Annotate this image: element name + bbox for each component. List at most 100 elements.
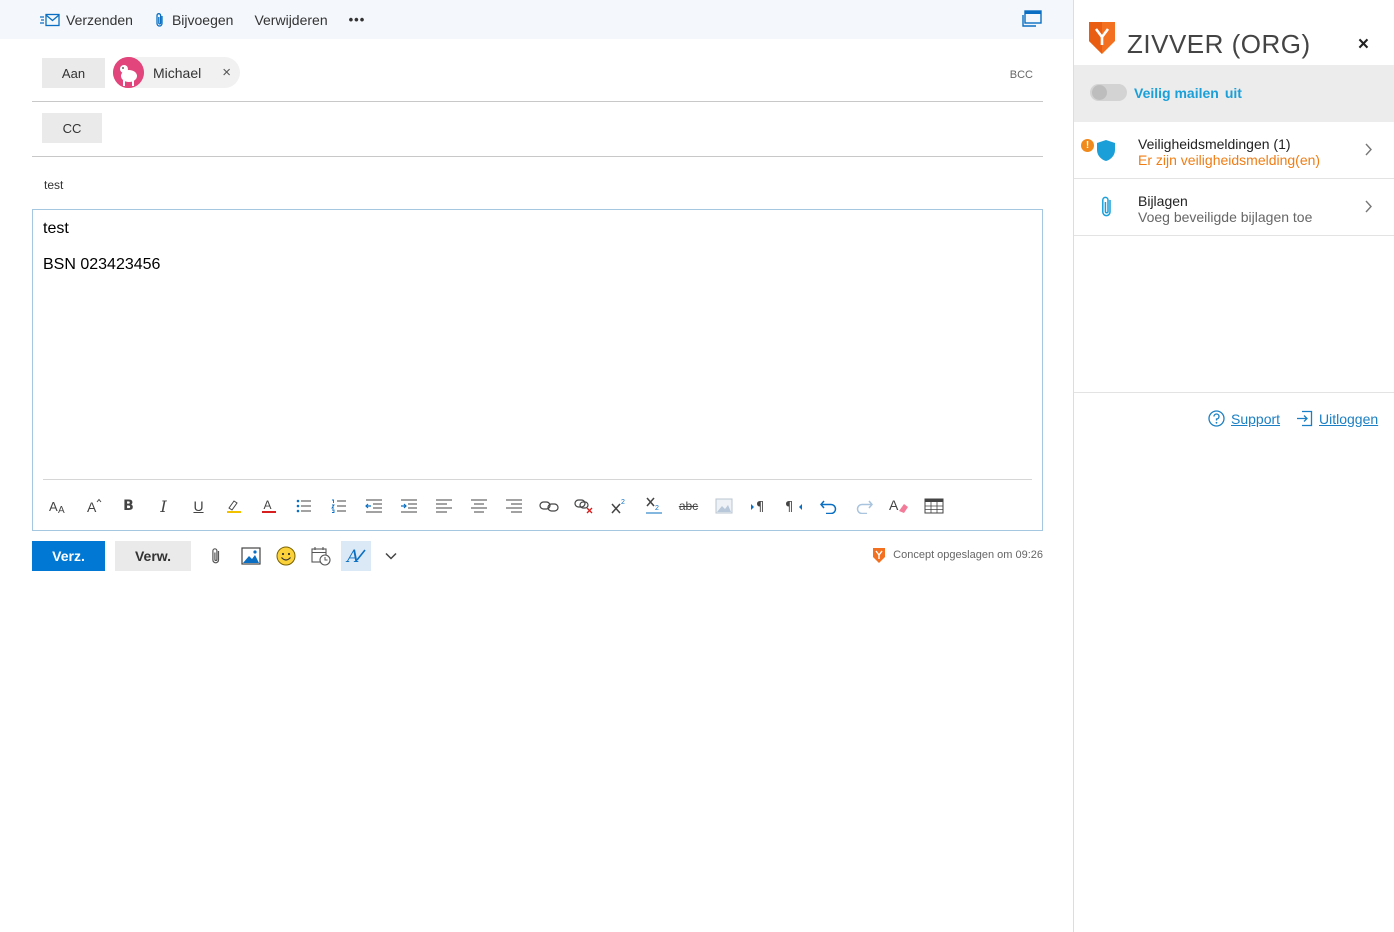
popout-button[interactable] xyxy=(1021,9,1043,34)
redo-icon[interactable] xyxy=(846,490,881,522)
svg-text:¶: ¶ xyxy=(785,500,793,514)
svg-text:A: A xyxy=(889,497,899,513)
draft-saved-status: Concept opgeslagen om 09:26 xyxy=(893,549,1043,561)
bold-icon[interactable]: B xyxy=(111,490,146,522)
zivver-logo-icon xyxy=(1088,21,1116,60)
svg-text:A: A xyxy=(263,498,271,512)
send-button[interactable]: Verz. xyxy=(32,541,105,571)
attachments-item[interactable]: Bijlagen Voeg beveiligde bijlagen toe xyxy=(1074,179,1394,236)
undo-icon[interactable] xyxy=(811,490,846,522)
logout-icon xyxy=(1297,410,1313,427)
svg-text:2: 2 xyxy=(655,505,659,512)
svg-text:A: A xyxy=(58,505,65,514)
attachments-subtitle: Voeg beveiligde bijlagen toe xyxy=(1138,209,1313,225)
rtl-icon[interactable]: ¶ xyxy=(776,490,811,522)
font-color-icon[interactable]: A xyxy=(251,490,286,522)
recipient-name: Michael xyxy=(153,64,202,81)
font-size-icon[interactable]: AA xyxy=(41,490,76,522)
security-alerts-subtitle: Er zijn veiligheidsmelding(en) xyxy=(1138,152,1321,168)
align-right-icon[interactable] xyxy=(496,490,531,522)
svg-text:¶: ¶ xyxy=(756,500,764,514)
remove-link-icon[interactable] xyxy=(566,490,601,522)
secure-mail-toggle[interactable] xyxy=(1090,84,1127,101)
svg-text:2: 2 xyxy=(621,499,625,506)
formatting-toolbar: AA A B I U A 2 2 abc ¶ ¶ A xyxy=(41,490,951,522)
schedule-icon[interactable] xyxy=(306,541,336,571)
bullets-icon[interactable] xyxy=(286,490,321,522)
italic-icon[interactable]: I xyxy=(146,490,181,522)
body-text-line: BSN 023423456 xyxy=(43,256,161,273)
formatting-toggle-icon[interactable]: A xyxy=(341,541,371,571)
numbering-icon[interactable] xyxy=(321,490,356,522)
attachments-title: Bijlagen xyxy=(1138,193,1188,209)
chevron-down-icon[interactable] xyxy=(376,541,406,571)
attach-file-icon[interactable] xyxy=(201,541,231,571)
compose-pane: Verzenden Bijvoegen Verwijderen ••• Aan xyxy=(0,0,1073,932)
delete-command-label: Verwijderen xyxy=(254,11,328,28)
security-alerts-title: Veiligheidsmeldingen (1) xyxy=(1138,136,1291,152)
increase-indent-icon[interactable] xyxy=(391,490,426,522)
cc-field-row: CC xyxy=(32,102,1043,157)
toolbar-divider xyxy=(43,479,1032,480)
toggle-knob xyxy=(1092,85,1107,100)
insert-table-icon[interactable] xyxy=(916,490,951,522)
secure-mail-text: Veilig mailen xyxy=(1134,85,1219,101)
attach-command[interactable]: Bijvoegen xyxy=(154,11,234,28)
close-icon[interactable]: × xyxy=(1358,34,1369,56)
more-icon: ••• xyxy=(348,12,366,27)
zivver-pane: ZIVVER (ORG) × Veilig mailen uit ! Veilig… xyxy=(1073,0,1394,932)
highlight-icon[interactable] xyxy=(216,490,251,522)
avatar xyxy=(113,57,144,88)
svg-text:A: A xyxy=(87,499,97,514)
bcc-link[interactable]: BCC xyxy=(1010,69,1033,81)
support-link[interactable]: Support xyxy=(1208,410,1280,427)
align-left-icon[interactable] xyxy=(426,490,461,522)
security-alerts-item[interactable]: ! Veiligheidsmeldingen (1) Er zijn veili… xyxy=(1074,122,1394,179)
cc-button[interactable]: CC xyxy=(42,113,102,143)
zivver-logo-icon xyxy=(872,547,886,569)
paperclip-icon xyxy=(156,12,163,27)
attach-command-label: Bijvoegen xyxy=(171,11,234,28)
svg-text:A: A xyxy=(345,547,359,566)
subscript-icon[interactable]: 2 xyxy=(636,490,671,522)
secure-mail-row: Veilig mailen uit xyxy=(1074,65,1394,122)
superscript-icon[interactable]: 2 xyxy=(601,490,636,522)
decrease-indent-icon[interactable] xyxy=(356,490,391,522)
insert-picture-icon[interactable] xyxy=(706,490,741,522)
warning-badge-icon: ! xyxy=(1081,139,1094,152)
recipient-chip[interactable]: Michael × xyxy=(113,57,240,88)
subject-field[interactable]: test xyxy=(44,178,63,192)
more-options-button[interactable]: ••• xyxy=(349,12,366,27)
delete-command[interactable]: Verwijderen xyxy=(254,12,327,28)
insert-image-icon[interactable] xyxy=(236,541,266,571)
paperclip-icon xyxy=(1100,195,1114,224)
message-body-editor[interactable]: test BSN 023423456 AA A B I U A 2 2 abc … xyxy=(32,209,1043,531)
help-icon xyxy=(1208,410,1225,427)
zivver-title: ZIVVER (ORG) xyxy=(1127,29,1311,59)
grow-font-icon[interactable]: A xyxy=(76,490,111,522)
insert-link-icon[interactable] xyxy=(531,490,566,522)
clear-formatting-icon[interactable]: A xyxy=(881,490,916,522)
strikethrough-icon[interactable]: abc xyxy=(671,490,706,522)
underline-icon[interactable]: U xyxy=(181,490,216,522)
to-button[interactable]: Aan xyxy=(42,58,105,88)
ltr-icon[interactable]: ¶ xyxy=(741,490,776,522)
send-icon xyxy=(40,13,60,26)
align-center-icon[interactable] xyxy=(461,490,496,522)
shield-icon xyxy=(1096,139,1116,167)
send-command[interactable]: Verzenden xyxy=(40,12,133,28)
remove-recipient-icon[interactable]: × xyxy=(222,65,231,80)
svg-text:A: A xyxy=(49,499,58,514)
secure-mail-label[interactable]: Veilig mailen uit xyxy=(1134,85,1242,101)
command-bar: Verzenden Bijvoegen Verwijderen ••• xyxy=(0,0,1073,39)
compose-bottom-bar: Verz. Verw. A Concept opgeslagen om 09:2… xyxy=(32,541,1043,572)
discard-button[interactable]: Verw. xyxy=(115,541,191,571)
support-label: Support xyxy=(1231,410,1281,427)
emoji-icon[interactable] xyxy=(271,541,301,571)
send-command-label: Verzenden xyxy=(66,11,133,28)
logout-link[interactable]: Uitloggen xyxy=(1296,410,1378,427)
logout-label: Uitloggen xyxy=(1319,410,1379,427)
zivver-header: ZIVVER (ORG) × xyxy=(1074,0,1394,65)
strikethrough-label: abc xyxy=(678,499,699,513)
chevron-right-icon xyxy=(1364,199,1373,219)
